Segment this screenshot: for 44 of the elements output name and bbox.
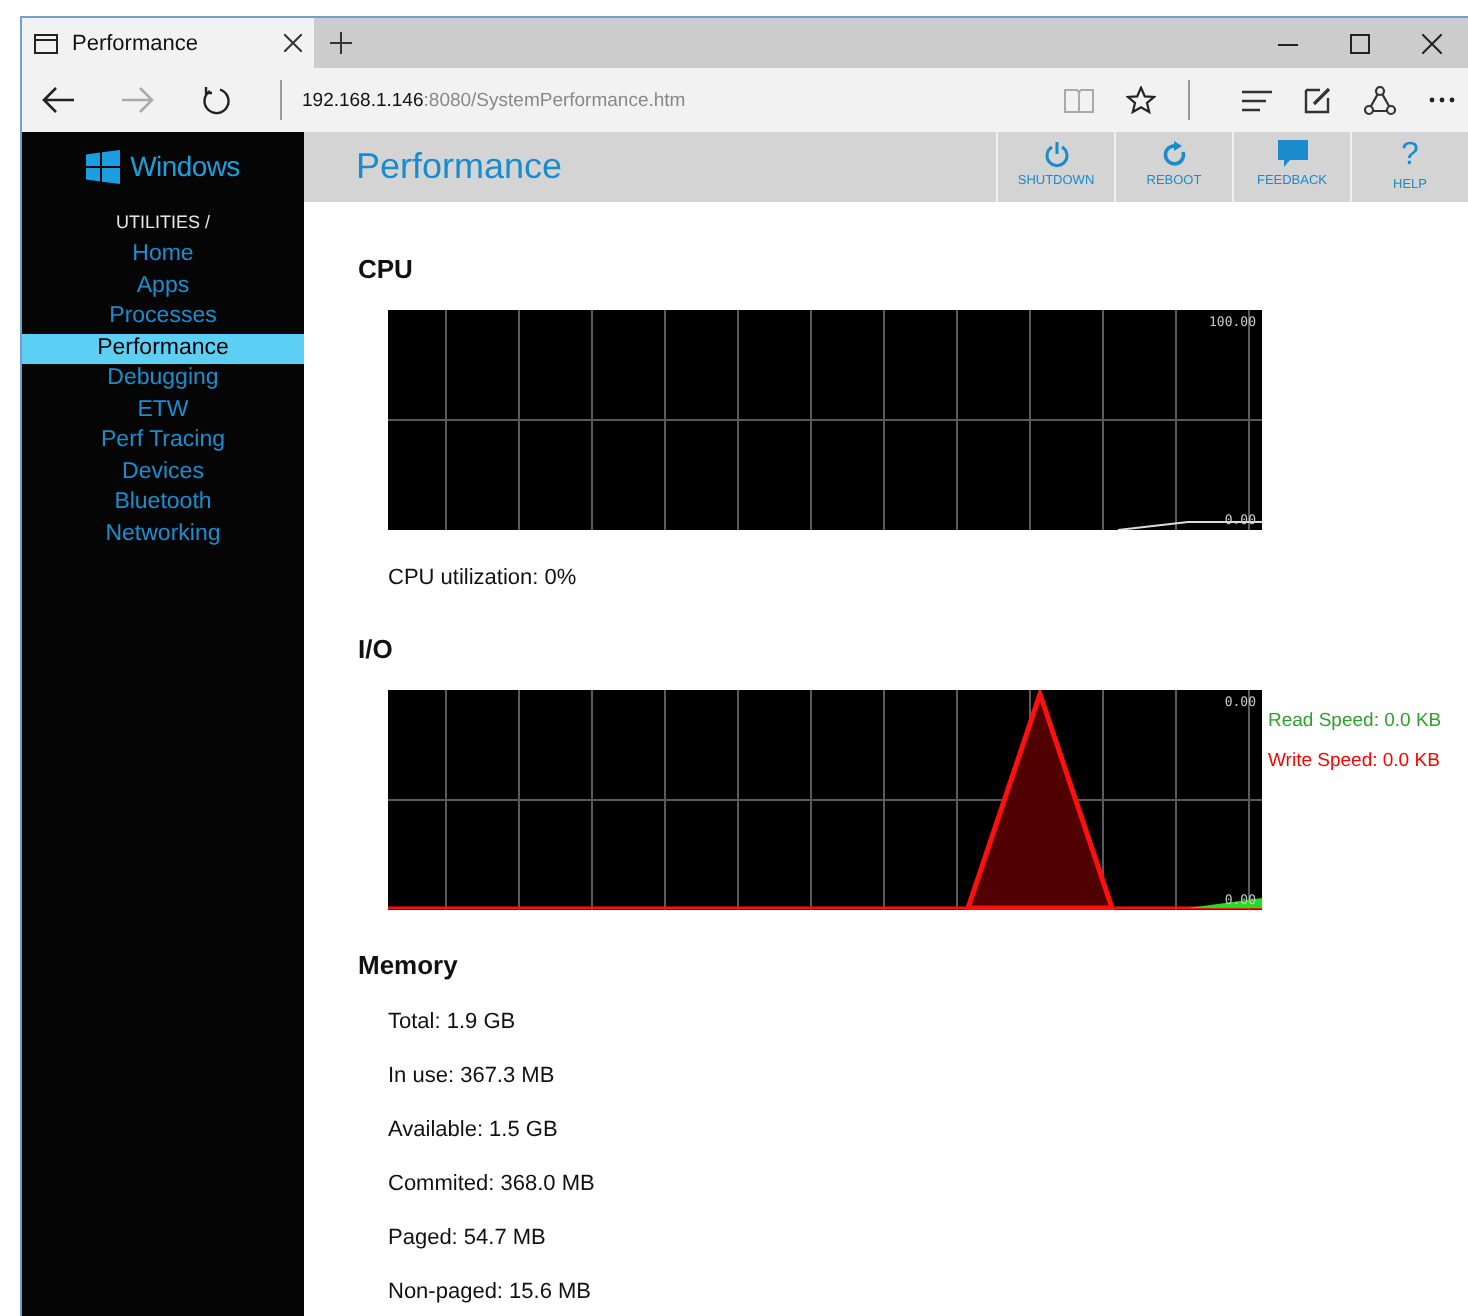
nav-item[interactable]: ETW [22, 395, 304, 426]
power-icon [1043, 140, 1069, 168]
new-tab-icon[interactable] [330, 32, 352, 54]
nav-item[interactable]: Performance [22, 333, 304, 364]
maximize-icon[interactable] [1350, 33, 1370, 53]
close-icon[interactable] [284, 34, 302, 52]
browser-tab[interactable]: Performance [22, 18, 314, 68]
windows-logo-icon [86, 149, 121, 183]
close-icon[interactable] [1422, 33, 1442, 53]
section-heading: Memory [358, 950, 460, 980]
back-icon[interactable] [42, 86, 74, 114]
section-heading: I/O [358, 634, 395, 664]
nav-item[interactable]: Devices [22, 457, 304, 488]
nav-item[interactable]: Perf Tracing [22, 426, 304, 457]
legend-label: Read Speed: 0.0 KB [1268, 710, 1442, 732]
tab-title: Performance [72, 31, 200, 55]
restart-icon [1161, 140, 1187, 168]
memory-stat: Non-paged: 15.6 MB [388, 1280, 594, 1304]
menu-icon[interactable] [1242, 89, 1272, 111]
section-heading: CPU [358, 254, 415, 284]
memory-stat: Paged: 54.7 MB [388, 1226, 548, 1250]
memory-stat: In use: 367.3 MB [388, 1064, 557, 1088]
nav-item[interactable]: Processes [22, 302, 304, 333]
refresh-icon[interactable] [202, 85, 232, 115]
nav-item[interactable]: Home [22, 240, 304, 271]
share-icon[interactable] [1364, 85, 1396, 115]
page-title: Performance [354, 144, 565, 190]
speech-bubble-icon [1277, 140, 1307, 168]
nav-item[interactable]: Apps [22, 271, 304, 302]
nav-item[interactable]: Bluetooth [22, 488, 304, 519]
nav-item[interactable]: Debugging [22, 364, 304, 395]
note-pen-icon[interactable] [1304, 86, 1332, 114]
memory-stat: Total: 1.9 GB [388, 1010, 518, 1034]
section-heading: UTILITIES / [113, 212, 212, 232]
memory-stat: Available: 1.5 GB [388, 1118, 560, 1142]
nav-item[interactable]: Networking [22, 519, 304, 550]
more-icon[interactable] [1428, 96, 1456, 104]
legend-label: Write Speed: 0.0 KB [1268, 750, 1442, 772]
address-field[interactable]: 192.168.1.146:8080/SystemPerformance.htm [302, 89, 1064, 111]
cpu-utilization: CPU utilization: 0% [388, 566, 579, 590]
window-icon [34, 33, 58, 53]
star-icon[interactable] [1126, 86, 1156, 114]
brand-name: Windows [130, 150, 240, 182]
memory-stat: Commited: 368.0 MB [388, 1172, 597, 1196]
